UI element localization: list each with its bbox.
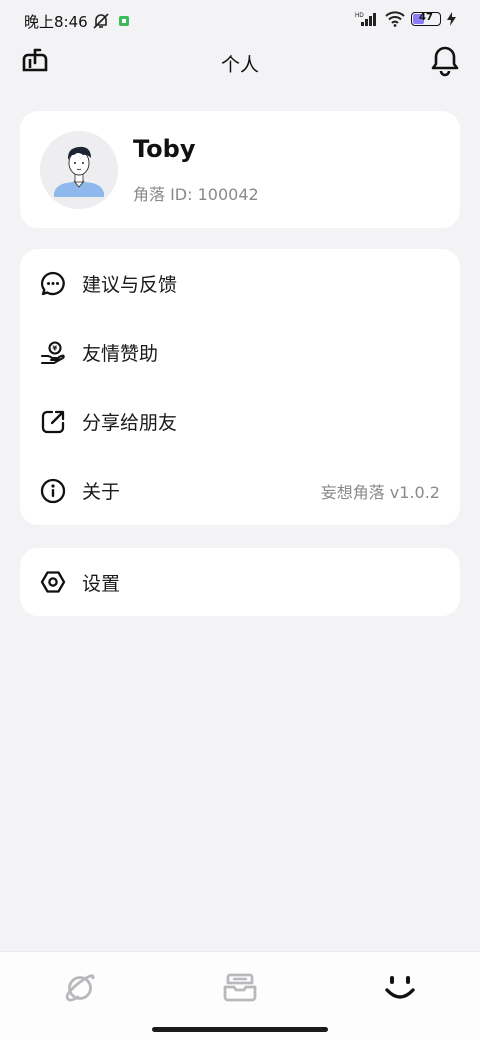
signal-icon: HD: [355, 13, 376, 26]
app-notification-icon: [119, 16, 129, 26]
menu-item-settings[interactable]: 设置: [20, 548, 460, 616]
profile-card[interactable]: Toby 角落 ID: 100042: [20, 111, 460, 228]
smile-face-icon[interactable]: [380, 968, 420, 1008]
donate-hand-icon: ¥: [40, 340, 65, 364]
battery-icon: 47: [411, 12, 441, 26]
menu-item-label: 友情赞助: [82, 343, 159, 365]
menu-item-about[interactable]: 关于 妄想角落 v1.0.2: [20, 456, 460, 525]
status-left-icons: [92, 12, 130, 30]
battery-level: 47: [419, 12, 433, 23]
mute-bell-icon: [93, 13, 109, 29]
status-bar: 晚上8:46 HD 47: [0, 0, 480, 40]
settings-card: 设置: [20, 548, 460, 616]
menu-item-label: 设置: [82, 572, 121, 595]
avatar[interactable]: [40, 131, 118, 209]
info-icon: [40, 478, 66, 503]
share-external-icon: [41, 410, 65, 433]
page-title: 个人: [220, 54, 259, 76]
profile-id: 角落 ID: 100042: [133, 185, 259, 204]
menu-item-label: 关于: [82, 481, 121, 503]
inbox-tray-icon[interactable]: [220, 968, 260, 1008]
svg-text:HD: HD: [355, 13, 364, 19]
settings-hexagon-icon: [40, 571, 66, 593]
menu-item-label: 建议与反馈: [82, 274, 178, 296]
home-indicator: [152, 1027, 328, 1032]
status-right-icons: HD 47: [355, 11, 456, 27]
page-header: 个人: [0, 40, 480, 86]
menu-item-label: 分享给朋友: [82, 412, 178, 434]
menu-item-share[interactable]: 分享给朋友: [20, 387, 460, 456]
menu-item-sponsor[interactable]: ¥ 友情赞助: [20, 318, 460, 387]
menu-card: 建议与反馈 ¥ 友情赞助 分享给朋友 关于 妄想角落 v1.0.2: [20, 249, 460, 525]
app-version: 妄想角落 v1.0.2: [320, 482, 440, 502]
menu-item-feedback[interactable]: 建议与反馈: [20, 249, 460, 318]
charging-bolt-icon: [447, 12, 456, 26]
profile-name: Toby: [133, 135, 196, 163]
planet-icon[interactable]: [60, 968, 100, 1008]
svg-text:¥: ¥: [52, 344, 57, 352]
notification-bell-icon[interactable]: [430, 45, 460, 77]
status-time: 晚上8:46: [24, 13, 88, 31]
chat-bubble-icon: [40, 271, 65, 295]
wifi-icon: [385, 11, 405, 27]
avatar-illustration: [40, 131, 118, 209]
